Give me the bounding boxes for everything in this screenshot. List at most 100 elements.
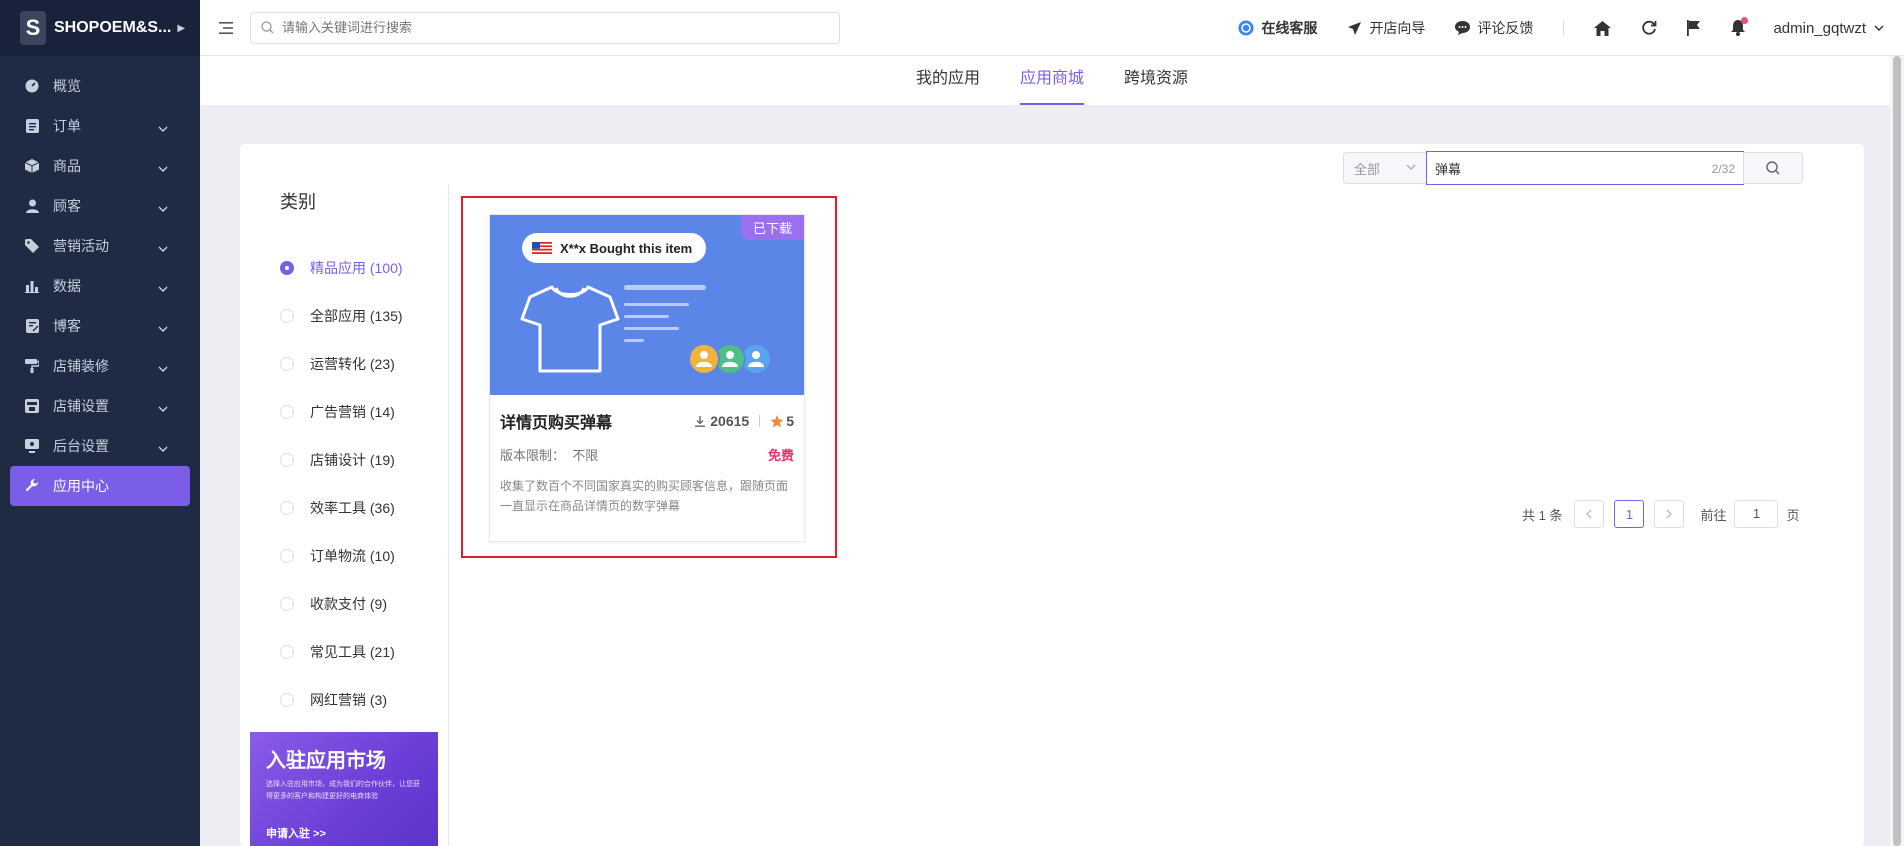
hamburger-icon [219, 21, 233, 34]
online-service-link[interactable]: 在线客服 [1238, 18, 1317, 38]
radio[interactable] [280, 357, 294, 371]
radio-selected[interactable] [280, 261, 294, 275]
category-item[interactable]: 收款支付 (9) [280, 580, 403, 628]
app-store-panel: 类别 精品应用 (100) 全部应用 (135) 运营转化 (23) 广告营销 … [240, 144, 1864, 846]
select-value: 全部 [1354, 161, 1381, 177]
sidebar-item-marketing[interactable]: 营销活动 [0, 226, 200, 266]
sidebar-item-blog[interactable]: 博客 [0, 306, 200, 346]
chevron-right-icon [1667, 509, 1673, 519]
radio[interactable] [280, 693, 294, 707]
chevron-down-icon [158, 399, 168, 415]
category-label: 常见工具 (21) [310, 644, 395, 660]
header-actions: 在线客服 开店向导 评论反馈 admin_gqtwzt [1208, 0, 1884, 56]
pagination: 共 1 条 1 前往 1 页 [1522, 500, 1800, 528]
sidebar-item-overview[interactable]: 概览 [0, 66, 200, 106]
store-guide-link[interactable]: 开店向导 [1347, 18, 1425, 38]
app-card-body: 详情页购买弹幕 20615 5 版本限制： 不限 免费 收集了数百个不同国家真实… [490, 395, 804, 526]
goto-page-input[interactable]: 1 [1734, 500, 1779, 528]
radio[interactable] [280, 501, 294, 515]
home-button[interactable] [1594, 20, 1612, 36]
radio[interactable] [280, 597, 294, 611]
sidebar-item-products[interactable]: 商品 [0, 146, 200, 186]
category-label: 店铺设计 (19) [310, 452, 395, 468]
version-value: 不限 [572, 448, 599, 463]
chevron-down-icon [158, 199, 168, 215]
brand[interactable]: S SHOPOEM&S... ▶ [0, 0, 200, 56]
category-item[interactable]: 精品应用 (100) [280, 244, 403, 292]
monitor-icon [24, 438, 40, 454]
category-select[interactable]: 全部 [1343, 152, 1427, 184]
radio[interactable] [280, 405, 294, 419]
global-search[interactable] [250, 11, 840, 44]
sidebar-item-label: 店铺设置 [53, 398, 109, 414]
tag-icon [24, 238, 40, 254]
sidebar-item-label: 博客 [53, 318, 81, 334]
category-item[interactable]: 网红营销 (3) [280, 676, 403, 724]
tab-cross-border[interactable]: 跨境资源 [1124, 56, 1188, 105]
chevron-down-icon [1406, 164, 1416, 170]
sidebar-item-store-design[interactable]: 店铺装修 [0, 346, 200, 386]
home-icon [1594, 20, 1612, 36]
sidebar-item-orders[interactable]: 订单 [0, 106, 200, 146]
search-input[interactable] [280, 19, 820, 36]
chevron-down-icon [158, 319, 168, 335]
order-icon [24, 118, 40, 134]
sidebar-item-label: 后台设置 [53, 438, 109, 454]
online-service-label: 在线客服 [1261, 20, 1318, 36]
category-label: 运营转化 (23) [310, 356, 395, 372]
sidebar: S SHOPOEM&S... ▶ 概览 订单 商品 顾客 营销活动 数据 博客 … [0, 0, 200, 846]
category-item[interactable]: 效率工具 (36) [280, 484, 403, 532]
downloaded-badge: 已下载 [740, 215, 804, 240]
banner-text: X**x Bought this item [560, 240, 693, 256]
goto-label: 前往 [1700, 507, 1727, 523]
notification-button[interactable] [1731, 17, 1749, 36]
refresh-button[interactable] [1641, 20, 1657, 36]
user-menu[interactable]: admin_gqtwzt [1773, 20, 1884, 37]
app-search-input[interactable]: 弹幕 2/32 [1426, 151, 1744, 185]
category-item[interactable]: 运营转化 (23) [280, 340, 403, 388]
category-item[interactable]: 常见工具 (21) [280, 628, 403, 676]
apply-join-link[interactable]: 申请入驻 >> [266, 825, 422, 841]
category-item[interactable]: 全部应用 (135) [280, 292, 403, 340]
app-card[interactable]: 已下载 X**x Bought this item 详情页购买弹幕 20615 … [489, 214, 805, 542]
category-item[interactable]: 广告营销 (14) [280, 388, 403, 436]
us-flag-icon [532, 242, 552, 254]
radio[interactable] [280, 549, 294, 563]
sidebar-item-store-settings[interactable]: 店铺设置 [0, 386, 200, 426]
tab-app-store[interactable]: 应用商城 [1020, 56, 1085, 105]
product-icon [24, 158, 40, 174]
category-label: 收款支付 (9) [310, 596, 387, 612]
category-item[interactable]: 订单物流 (10) [280, 532, 403, 580]
sidebar-item-label: 营销活动 [53, 238, 109, 254]
tshirt-icon [520, 285, 620, 373]
next-page-button[interactable] [1654, 500, 1685, 528]
top-header: 在线客服 开店向导 评论反馈 admin_gqtwzt [200, 0, 1904, 56]
download-icon [695, 415, 706, 427]
flag-button[interactable] [1687, 20, 1701, 36]
sidebar-item-app-center[interactable]: 应用中心 [10, 466, 190, 506]
chevron-down-icon [158, 159, 168, 175]
join-market-banner[interactable]: 入驻应用市场 选择入驻应用市场，成为我们的合作伙伴，让您获得更多的客户和构建更好… [250, 732, 438, 846]
category-item[interactable]: 店铺设计 (19) [280, 436, 403, 484]
scrollbar[interactable] [1890, 56, 1904, 846]
blog-icon [24, 318, 40, 334]
chevron-down-icon [158, 239, 168, 255]
prev-page-button[interactable] [1574, 500, 1605, 528]
notification-dot [1741, 17, 1749, 24]
sidebar-item-data[interactable]: 数据 [0, 266, 200, 306]
feedback-link[interactable]: 评论反馈 [1455, 18, 1533, 38]
brand-name: SHOPOEM&S... [54, 19, 172, 36]
radio[interactable] [280, 453, 294, 467]
scrollbar-thumb[interactable] [1893, 56, 1901, 846]
store-guide-label: 开店向导 [1369, 20, 1426, 36]
category-label: 效率工具 (36) [310, 500, 395, 516]
sidebar-item-customers[interactable]: 顾客 [0, 186, 200, 226]
radio[interactable] [280, 645, 294, 659]
sidebar-item-admin-settings[interactable]: 后台设置 [0, 426, 200, 466]
page-number[interactable]: 1 [1614, 500, 1645, 528]
menu-toggle-button[interactable] [216, 18, 236, 38]
radio[interactable] [280, 309, 294, 323]
tab-my-apps[interactable]: 我的应用 [916, 56, 980, 105]
app-search-button[interactable] [1743, 152, 1803, 184]
send-icon [1348, 21, 1362, 35]
